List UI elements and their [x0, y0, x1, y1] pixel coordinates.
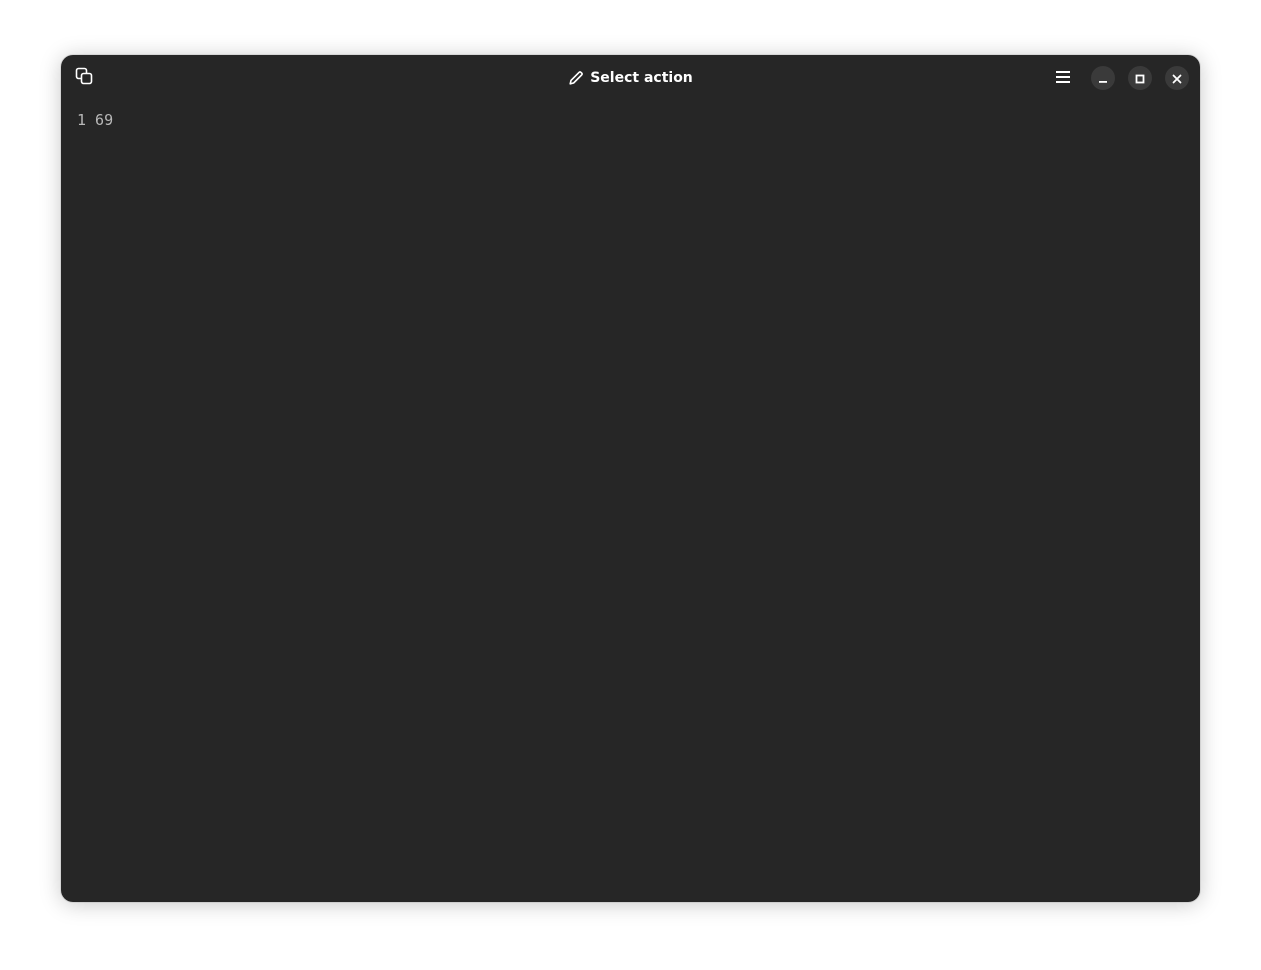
main-menu-button[interactable]	[1048, 64, 1078, 92]
app-window: Select action 1 69	[61, 55, 1200, 902]
window-title: Select action	[61, 67, 1200, 89]
hamburger-menu-icon	[1055, 69, 1071, 88]
close-button[interactable]	[1165, 66, 1189, 90]
minimize-button[interactable]	[1091, 66, 1115, 90]
headerbar: Select action	[61, 55, 1200, 101]
maximize-button[interactable]	[1128, 66, 1152, 90]
maximize-icon	[1135, 69, 1145, 88]
pencil-icon	[568, 70, 584, 86]
terminal-output[interactable]: 1 69	[77, 110, 113, 130]
close-icon	[1172, 69, 1182, 88]
minimize-icon	[1098, 69, 1108, 88]
window-title-label: Select action	[590, 70, 693, 86]
